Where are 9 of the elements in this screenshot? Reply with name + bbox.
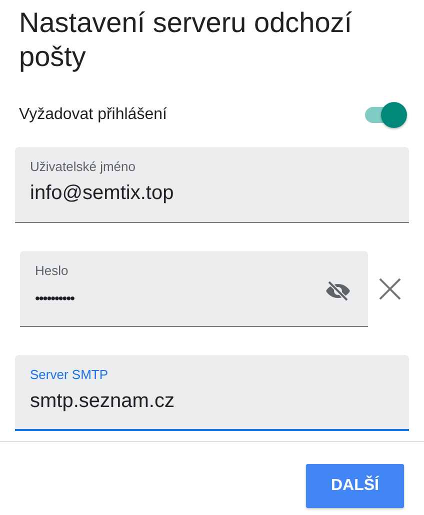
next-button[interactable]: DALŠÍ	[306, 464, 404, 508]
visibility-off-icon[interactable]	[324, 279, 352, 303]
toggle-label: Vyžadovat přihlášení	[19, 106, 167, 124]
input-field[interactable]: Uživatelské jméno info@semtix.top	[15, 147, 409, 223]
toggle-switch[interactable]	[363, 102, 407, 128]
input-field[interactable]: Server SMTP smtp.seznam.cz	[15, 355, 409, 431]
page-title: Nastavení serveru odchozí pošty	[19, 6, 354, 74]
close-icon[interactable]	[378, 277, 402, 301]
input-field[interactable]: Heslo ••••••••••	[20, 251, 368, 327]
